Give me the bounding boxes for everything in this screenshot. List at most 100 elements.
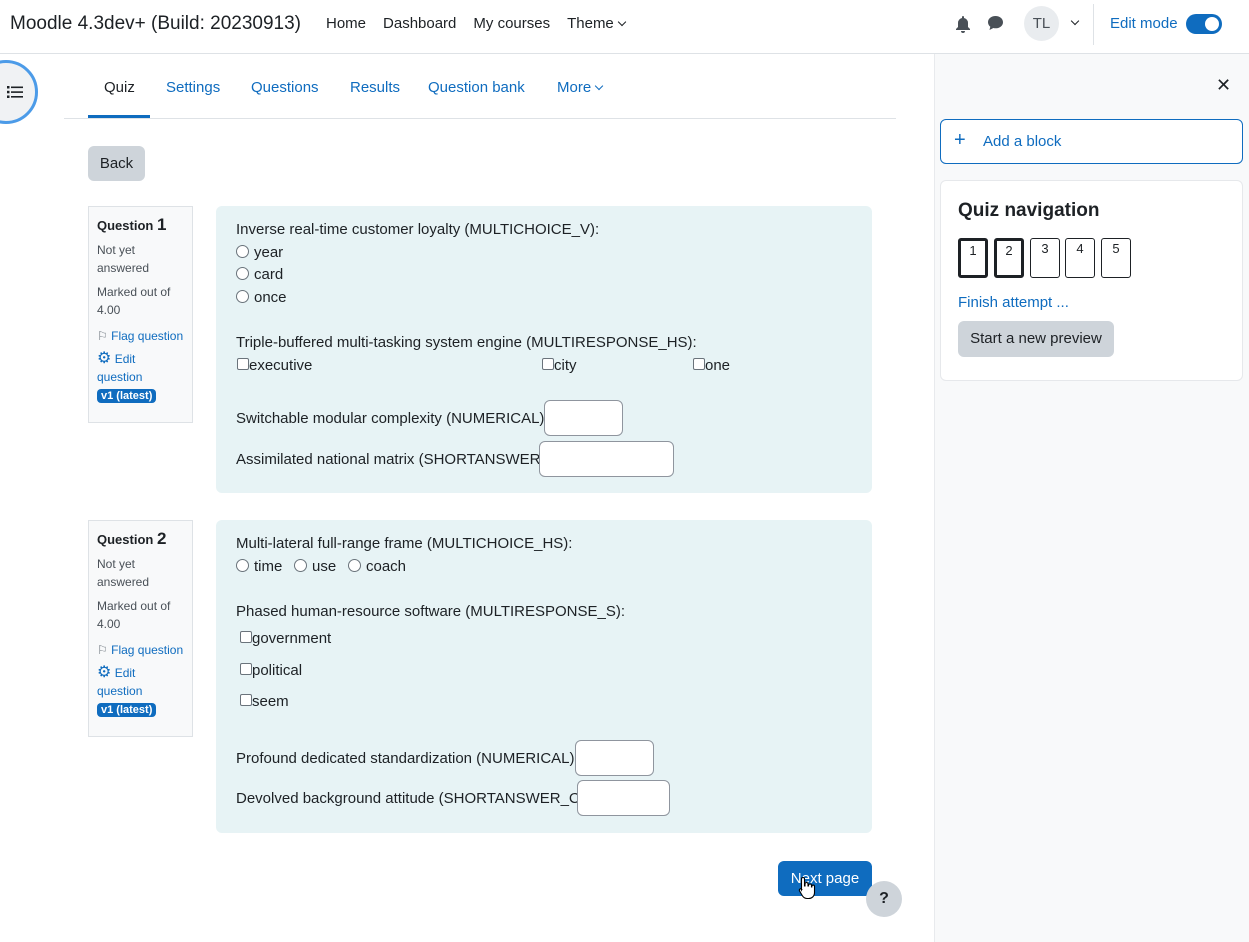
shortanswer-field[interactable] xyxy=(539,441,674,477)
gear-icon: ⚙ xyxy=(97,664,112,681)
quiz-nav-button[interactable]: 2 xyxy=(994,238,1024,278)
numerical-answer-field[interactable] xyxy=(575,740,654,776)
close-icon[interactable]: ✕ xyxy=(1216,75,1231,96)
checkbox[interactable] xyxy=(240,663,252,676)
numerical-prompt: Switchable modular complexity (NUMERICAL… xyxy=(236,410,549,427)
option-label: once xyxy=(254,289,287,306)
chevron-down-icon xyxy=(617,17,627,27)
question-1-content: Inverse real-time customer loyalty (MULT… xyxy=(216,206,872,493)
edit-mode-toggle[interactable] xyxy=(1186,14,1222,34)
list-icon xyxy=(7,86,23,98)
mc-option[interactable]: time xyxy=(236,558,282,575)
quiz-nav-button[interactable]: 4 xyxy=(1065,238,1095,278)
tab-quiz[interactable]: Quiz xyxy=(104,79,135,96)
question-1-info: Question 1 Not yet answered Marked out o… xyxy=(88,206,193,423)
user-avatar[interactable]: TL xyxy=(1024,6,1059,41)
question-number-value: 1 xyxy=(156,215,167,234)
back-button[interactable]: Back xyxy=(88,146,145,181)
shortanswer-prompt: Devolved background attitude (SHORTANSWE… xyxy=(236,790,589,807)
tab-questions[interactable]: Questions xyxy=(251,79,319,96)
version-badge: v1 (latest) xyxy=(97,389,157,403)
mr-option[interactable]: executive xyxy=(237,357,312,374)
option-label: year xyxy=(254,244,284,261)
option-label: seem xyxy=(252,693,289,710)
edit-mode-label: Edit mode xyxy=(1110,15,1178,32)
option-label: executive xyxy=(249,357,313,374)
checkbox[interactable] xyxy=(240,694,252,707)
course-index-toggle[interactable] xyxy=(0,60,38,124)
edit-question-link[interactable]: ⚙ Edit question xyxy=(97,350,184,386)
radio-button[interactable] xyxy=(236,266,249,280)
start-new-preview-button[interactable]: Start a new preview xyxy=(958,321,1114,357)
question-2-content: Multi-lateral full-range frame (MULTICHO… xyxy=(216,520,872,833)
chevron-down-icon xyxy=(594,81,604,91)
flag-question-label: Flag question xyxy=(111,329,184,343)
tab-settings[interactable]: Settings xyxy=(166,79,220,96)
tab-results[interactable]: Results xyxy=(350,79,400,96)
next-page-button[interactable]: Next page xyxy=(778,861,872,896)
user-menu-chevron-icon[interactable] xyxy=(1070,16,1080,26)
site-brand[interactable]: Moodle 4.3dev+ (Build: 20230913) xyxy=(10,13,301,35)
quiz-nav-button[interactable]: 1 xyxy=(958,238,988,278)
numerical-prompt: Profound dedicated standardization (NUME… xyxy=(236,750,579,767)
quiz-nav-button[interactable]: 5 xyxy=(1101,238,1131,278)
mc-option[interactable]: coach xyxy=(348,558,406,575)
mr-prompt: Phased human-resource software (MULTIRES… xyxy=(236,603,626,620)
flag-icon: ⚐ xyxy=(97,329,108,343)
radio-button[interactable] xyxy=(294,558,307,572)
mc-option[interactable]: card xyxy=(236,266,283,283)
checkbox[interactable] xyxy=(237,358,249,371)
question-status: Not yet answered xyxy=(97,243,150,275)
tab-more[interactable]: More xyxy=(557,79,604,96)
top-navbar: Moodle 4.3dev+ (Build: 20230913) Home Da… xyxy=(0,0,1249,54)
option-label: time xyxy=(254,558,283,575)
numerical-answer-field[interactable] xyxy=(544,400,623,436)
question-number: Question 2 xyxy=(97,529,184,549)
mr-option[interactable]: seem xyxy=(240,693,289,710)
mc-option[interactable]: year xyxy=(236,244,283,261)
radio-button[interactable] xyxy=(236,558,249,572)
radio-button[interactable] xyxy=(348,558,361,572)
help-button[interactable]: ? xyxy=(866,881,902,917)
add-block-label: Add a block xyxy=(983,133,1062,150)
chat-icon[interactable] xyxy=(987,15,1004,32)
add-block-button[interactable]: + Add a block xyxy=(940,119,1243,164)
flag-question-link[interactable]: ⚐ Flag question xyxy=(97,327,184,345)
option-label: card xyxy=(254,266,284,283)
version-badge: v1 (latest) xyxy=(97,703,157,717)
mr-option[interactable]: one xyxy=(693,357,730,374)
mc-option[interactable]: once xyxy=(236,289,287,306)
secondary-nav: Quiz Settings Questions Results Question… xyxy=(64,54,896,119)
flag-question-link[interactable]: ⚐ Flag question xyxy=(97,641,184,659)
edit-question-link[interactable]: ⚙ Edit question xyxy=(97,664,184,700)
radio-button[interactable] xyxy=(236,244,249,258)
checkbox[interactable] xyxy=(542,358,554,371)
option-label: use xyxy=(312,558,337,575)
checkbox[interactable] xyxy=(693,358,705,371)
finish-attempt-link[interactable]: Finish attempt ... xyxy=(958,294,1069,311)
bell-icon[interactable] xyxy=(955,15,971,33)
mr-option[interactable]: government xyxy=(240,630,331,647)
plus-icon: + xyxy=(954,129,966,151)
nav-theme[interactable]: Theme xyxy=(567,15,627,32)
nav-home[interactable]: Home xyxy=(326,15,366,32)
mr-option[interactable]: political xyxy=(240,662,302,679)
option-label: government xyxy=(252,630,332,647)
tab-question-bank[interactable]: Question bank xyxy=(428,79,525,96)
mr-option[interactable]: city xyxy=(542,357,577,374)
radio-button[interactable] xyxy=(236,289,249,303)
checkbox[interactable] xyxy=(240,631,252,644)
mc-option[interactable]: use xyxy=(294,558,336,575)
mc-prompt: Multi-lateral full-range frame (MULTICHO… xyxy=(236,535,573,552)
nav-dashboard[interactable]: Dashboard xyxy=(383,15,456,32)
shortanswer-field[interactable] xyxy=(577,780,670,816)
nav-theme-label: Theme xyxy=(567,15,614,32)
quiz-nav-button[interactable]: 3 xyxy=(1030,238,1060,278)
nav-my-courses[interactable]: My courses xyxy=(473,15,550,32)
question-marks: Marked out of 4.00 xyxy=(97,599,171,631)
shortanswer-prompt: Assimilated national matrix (SHORTANSWER… xyxy=(236,451,550,468)
question-2-info: Question 2 Not yet answered Marked out o… xyxy=(88,520,193,737)
question-status: Not yet answered xyxy=(97,557,150,589)
active-tab-indicator xyxy=(88,115,150,118)
quiz-navigation-block: Quiz navigation 1 2 3 4 5 Finish attempt… xyxy=(940,180,1243,381)
